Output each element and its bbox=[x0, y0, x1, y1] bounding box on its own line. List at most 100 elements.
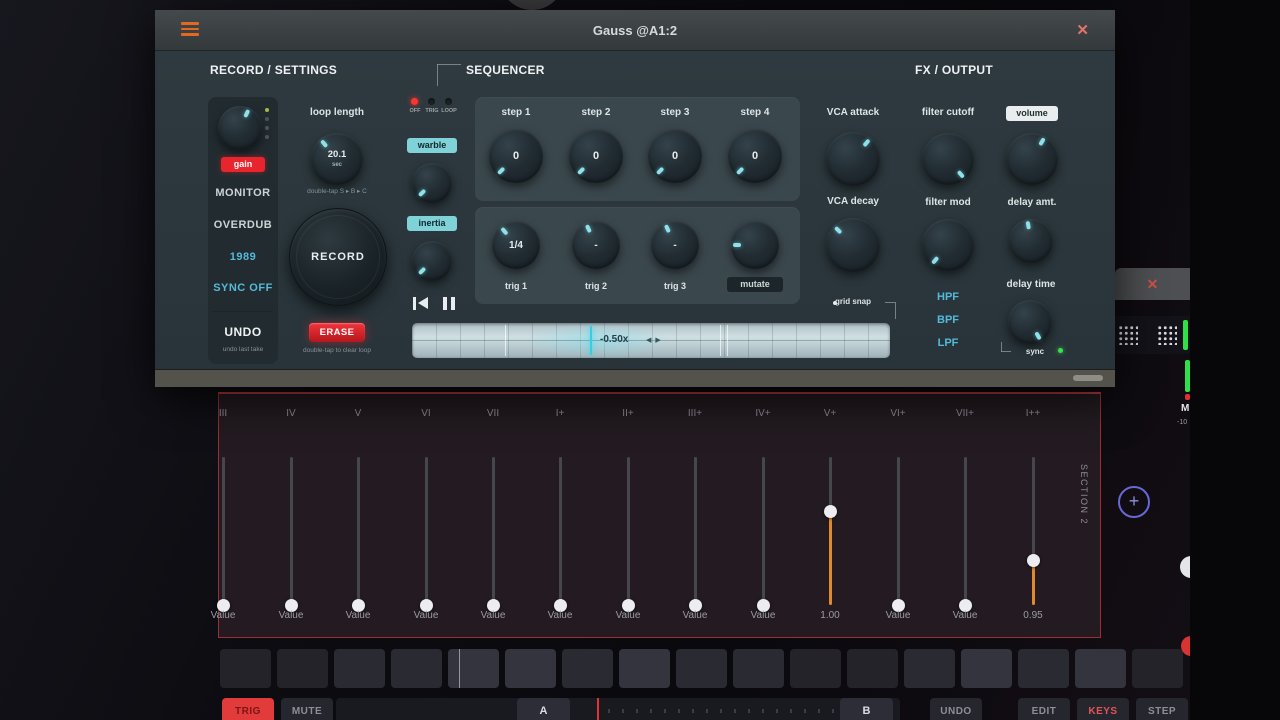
marker-a-button[interactable]: A bbox=[517, 698, 570, 720]
pad[interactable] bbox=[847, 649, 898, 688]
step-4-knob[interactable]: 0 bbox=[728, 129, 782, 183]
mixer-slider[interactable] bbox=[891, 457, 905, 612]
mixer-column-label: I+ bbox=[555, 408, 565, 419]
resize-handle[interactable] bbox=[1073, 375, 1103, 381]
mixer-slider[interactable] bbox=[419, 457, 433, 612]
warble-knob[interactable] bbox=[412, 163, 452, 203]
mixer-slider[interactable] bbox=[553, 457, 567, 612]
mode-off-led[interactable] bbox=[411, 98, 418, 105]
mixer-slider[interactable] bbox=[756, 457, 770, 612]
pad[interactable] bbox=[1018, 649, 1069, 688]
mutate-badge[interactable]: mutate bbox=[727, 277, 783, 292]
overdub-toggle[interactable]: OVERDUB bbox=[208, 219, 278, 231]
mutate-knob[interactable] bbox=[731, 221, 779, 269]
step-4-label: step 4 bbox=[740, 107, 770, 118]
trig-1-knob[interactable]: 1/4 bbox=[492, 221, 540, 269]
slider-thumb[interactable] bbox=[823, 505, 837, 519]
undo-take-button[interactable]: UNDO bbox=[208, 325, 278, 339]
loop-length-unit: sec bbox=[331, 161, 342, 168]
trig-button[interactable]: TRIG bbox=[222, 698, 274, 720]
slider-thumb[interactable] bbox=[1026, 554, 1040, 568]
pad[interactable] bbox=[904, 649, 955, 688]
pad[interactable] bbox=[733, 649, 784, 688]
steps-panel: step 1 step 2 step 3 step 4 0 0 0 0 bbox=[475, 97, 800, 201]
pad[interactable] bbox=[277, 649, 328, 688]
pad[interactable] bbox=[334, 649, 385, 688]
pad[interactable] bbox=[790, 649, 841, 688]
skip-back-button[interactable] bbox=[413, 297, 428, 310]
pad-playhead bbox=[459, 649, 460, 688]
pad[interactable] bbox=[676, 649, 727, 688]
undo-button[interactable]: UNDO bbox=[930, 698, 982, 720]
mixer-slider[interactable] bbox=[486, 457, 500, 612]
step-2-knob[interactable]: 0 bbox=[569, 129, 623, 183]
step-button[interactable]: STEP bbox=[1136, 698, 1188, 720]
close-icon[interactable]: ✕ bbox=[1076, 21, 1089, 39]
waveform-playhead[interactable] bbox=[590, 326, 592, 355]
record-button[interactable]: RECORD bbox=[289, 208, 387, 306]
mixer-slider[interactable] bbox=[1026, 457, 1040, 605]
vca-decay-knob[interactable] bbox=[826, 218, 880, 272]
pad[interactable] bbox=[1132, 649, 1183, 688]
mixer-slider[interactable] bbox=[688, 457, 702, 612]
mixer-slider[interactable] bbox=[216, 457, 230, 612]
pad[interactable] bbox=[619, 649, 670, 688]
inertia-badge[interactable]: inertia bbox=[407, 216, 457, 231]
timeline-strip[interactable]: A B bbox=[336, 698, 900, 720]
knob-indicator bbox=[996, 123, 1067, 194]
sync-off-toggle[interactable]: SYNC OFF bbox=[208, 282, 278, 294]
delay-time-knob[interactable] bbox=[1008, 300, 1052, 344]
lpf-button[interactable]: LPF bbox=[898, 337, 998, 349]
trig-2-knob[interactable]: - bbox=[572, 221, 620, 269]
pad[interactable] bbox=[562, 649, 613, 688]
vca-attack-knob[interactable] bbox=[826, 132, 880, 186]
mixer-column-label: III+ bbox=[687, 408, 703, 419]
mixer-slider[interactable] bbox=[621, 457, 635, 612]
gain-knob[interactable] bbox=[218, 106, 262, 150]
pad[interactable] bbox=[1075, 649, 1126, 688]
sync-label[interactable]: sync bbox=[1015, 347, 1055, 356]
pad[interactable] bbox=[448, 649, 499, 688]
warble-badge[interactable]: warble bbox=[407, 138, 457, 153]
delay-amount-knob[interactable] bbox=[1009, 219, 1053, 263]
edit-button[interactable]: EDIT bbox=[1018, 698, 1070, 720]
pad[interactable] bbox=[220, 649, 271, 688]
mode-loop-led[interactable] bbox=[445, 98, 452, 105]
grid-snap-connector bbox=[885, 302, 895, 303]
loop-length-knob[interactable]: 20.1 sec bbox=[311, 133, 363, 185]
step-1-knob[interactable]: 0 bbox=[489, 129, 543, 183]
pause-button[interactable] bbox=[443, 297, 455, 310]
volume-knob[interactable] bbox=[1006, 133, 1058, 185]
mode-1989-toggle[interactable]: 1989 bbox=[208, 251, 278, 263]
monitor-toggle[interactable]: MONITOR bbox=[208, 187, 278, 199]
pad[interactable] bbox=[961, 649, 1012, 688]
pad[interactable] bbox=[391, 649, 442, 688]
grid-view-icon[interactable] bbox=[1118, 325, 1138, 345]
keys-button[interactable]: KEYS bbox=[1077, 698, 1129, 720]
filter-mod-knob[interactable] bbox=[922, 219, 974, 271]
marker-b-button[interactable]: B bbox=[840, 698, 893, 720]
close-icon[interactable]: ✕ bbox=[1147, 276, 1159, 293]
erase-button[interactable]: ERASE bbox=[309, 323, 365, 342]
mixer-column-value: Value bbox=[480, 610, 506, 621]
volume-badge[interactable]: volume bbox=[1006, 106, 1058, 121]
hpf-button[interactable]: HPF bbox=[898, 291, 998, 303]
pads-view-icon[interactable] bbox=[1157, 325, 1177, 345]
trig-3-knob[interactable]: - bbox=[651, 221, 699, 269]
waveform-display[interactable]: -0.50x ◀ ▶ bbox=[412, 323, 890, 358]
mixer-slider[interactable] bbox=[284, 457, 298, 612]
mixer-slider[interactable] bbox=[823, 457, 837, 605]
gain-badge[interactable]: gain bbox=[221, 157, 265, 172]
step-3-knob[interactable]: 0 bbox=[648, 129, 702, 183]
pad[interactable] bbox=[505, 649, 556, 688]
mixer-slider[interactable] bbox=[958, 457, 972, 612]
header-connector bbox=[437, 64, 438, 86]
filter-cutoff-knob[interactable] bbox=[922, 133, 974, 185]
mode-trig-led[interactable] bbox=[428, 98, 435, 105]
mute-button[interactable]: MUTE bbox=[281, 698, 333, 720]
add-button[interactable]: + bbox=[1118, 486, 1150, 518]
inertia-knob[interactable] bbox=[412, 241, 452, 281]
bpf-button[interactable]: BPF bbox=[898, 314, 998, 326]
mixer-column-value: Value bbox=[682, 610, 708, 621]
mixer-slider[interactable] bbox=[351, 457, 365, 612]
